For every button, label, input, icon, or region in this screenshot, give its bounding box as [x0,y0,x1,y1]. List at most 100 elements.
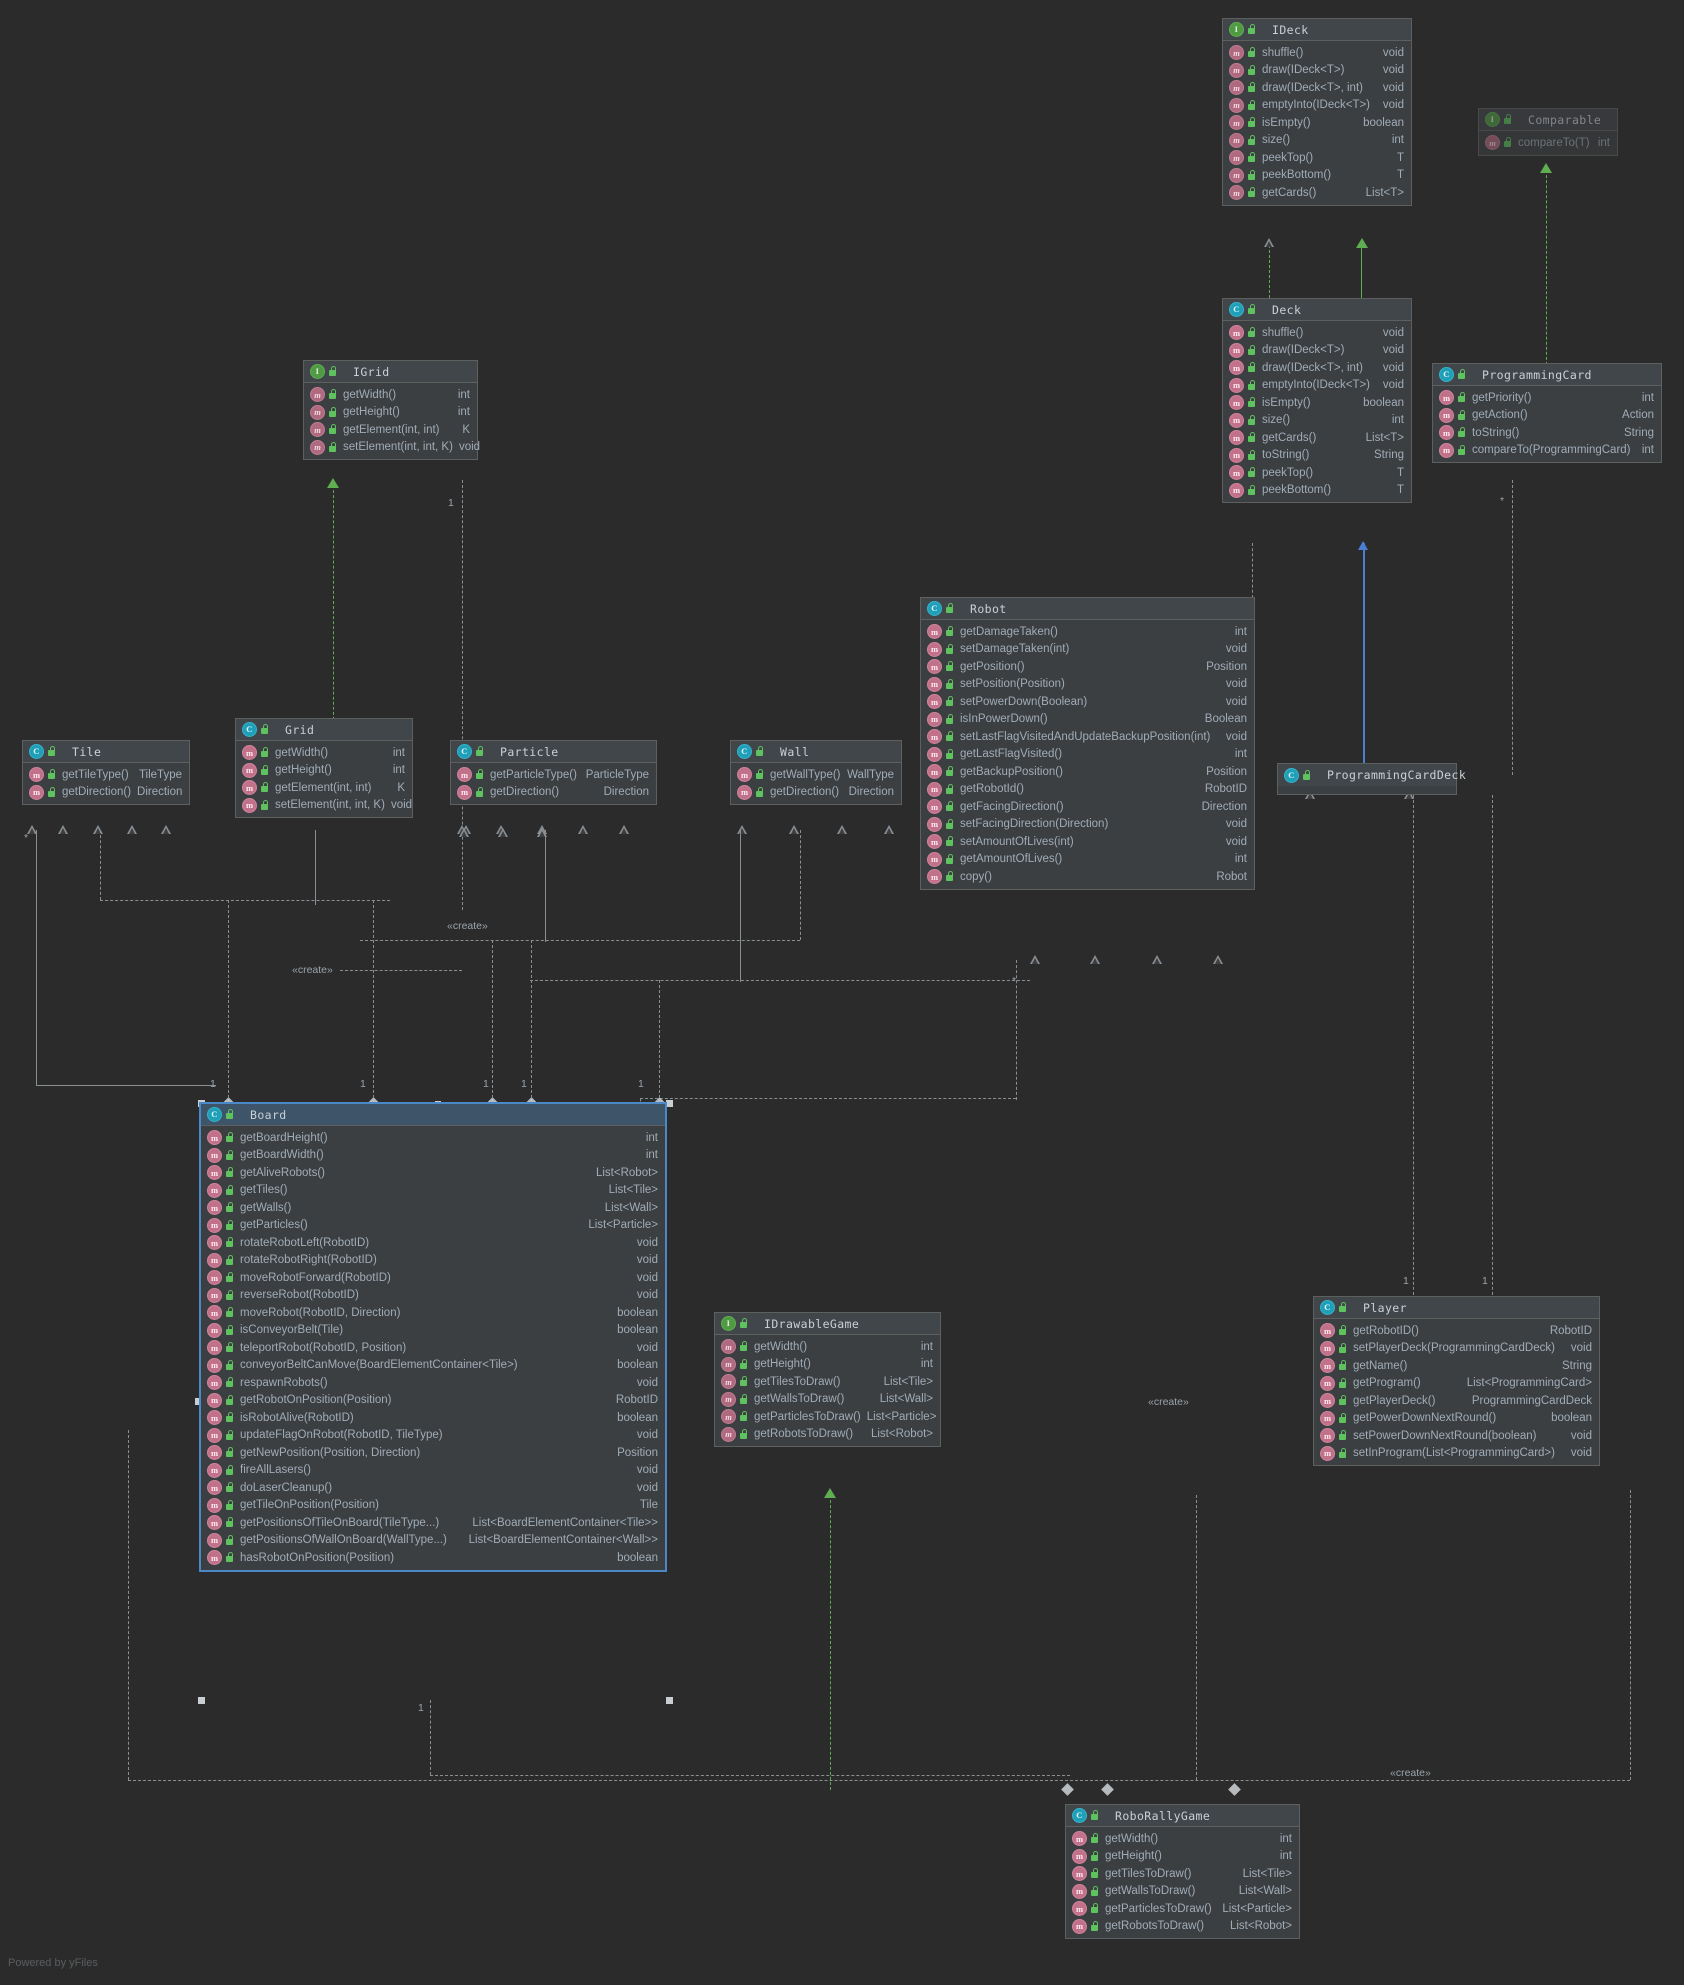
member-row[interactable]: m getPosition() Position [921,658,1254,676]
member-row[interactable]: m draw(IDeck<T>) void [1223,62,1411,80]
member-row[interactable]: m setPowerDown(Boolean) void [921,693,1254,711]
member-row[interactable]: m reverseRobot(RobotID) void [201,1287,665,1305]
member-row[interactable]: m getTilesToDraw() List<Tile> [1066,1865,1299,1883]
member-row[interactable]: m hasRobotOnPosition(Position) boolean [201,1549,665,1567]
member-row[interactable]: m getBoardHeight() int [201,1129,665,1147]
member-row[interactable]: m teleportRobot(RobotID, Position) void [201,1339,665,1357]
member-row[interactable]: m getRobotID() RobotID [1314,1322,1599,1340]
member-row[interactable]: m isEmpty() boolean [1223,114,1411,132]
member-row[interactable]: m getPowerDownNextRound() boolean [1314,1410,1599,1428]
member-row[interactable]: m isEmpty() boolean [1223,394,1411,412]
member-row[interactable]: m draw(IDeck<T>) void [1223,342,1411,360]
member-row[interactable]: m getTiles() List<Tile> [201,1182,665,1200]
member-row[interactable]: m respawnRobots() void [201,1374,665,1392]
member-row[interactable]: m getPositionsOfTileOnBoard(TileType...) L… [201,1514,665,1532]
member-row[interactable]: m getDirection() Direction [23,784,189,802]
member-row[interactable]: m toString() String [1433,424,1661,442]
member-row[interactable]: m getDirection() Direction [451,784,656,802]
member-row[interactable]: m setFacingDirection(Direction) void [921,816,1254,834]
member-row[interactable]: m getAction() Action [1433,407,1661,425]
member-row[interactable]: m getHeight() int [1066,1848,1299,1866]
class-box-idrawablegame[interactable]: I IDrawableGame m getWidth() int m getHeigh… [714,1312,941,1447]
selection-handle-tr[interactable] [666,1100,673,1107]
member-row[interactable]: m getHeight() int [304,404,477,422]
member-row[interactable]: m getWidth() int [1066,1830,1299,1848]
member-row[interactable]: m copy() Robot [921,868,1254,886]
member-row[interactable]: m getPriority() int [1433,389,1661,407]
class-box-board[interactable]: C Board m getBoardHeight() int m getBoardWi… [200,1103,666,1571]
member-row[interactable]: m setDamageTaken(int) void [921,641,1254,659]
member-row[interactable]: m fireAllLasers() void [201,1462,665,1480]
member-row[interactable]: m setElement(int, int, K) void [236,797,412,815]
member-row[interactable]: m getRobotsToDraw() List<Robot> [1066,1918,1299,1936]
member-row[interactable]: m getWallType() WallType [731,766,901,784]
member-row[interactable]: m getWidth() int [715,1338,940,1356]
member-row[interactable]: m peekTop() T [1223,149,1411,167]
member-row[interactable]: m getDamageTaken() int [921,623,1254,641]
member-row[interactable]: m rotateRobotRight(RobotID) void [201,1252,665,1270]
member-row[interactable]: m setElement(int, int, K) void [304,439,480,457]
member-row[interactable]: m getNewPosition(Position, Direction) Posi… [201,1444,665,1462]
member-row[interactable]: m getRobotId() RobotID [921,781,1254,799]
class-box-comparable[interactable]: I Comparable m compareTo(T) int [1478,108,1618,156]
member-row[interactable]: m getAliveRobots() List<Robot> [201,1164,665,1182]
member-row[interactable]: m draw(IDeck<T>, int) void [1223,359,1411,377]
member-row[interactable]: m rotateRobotLeft(RobotID) void [201,1234,665,1252]
member-row[interactable]: m setAmountOfLives(int) void [921,833,1254,851]
member-row[interactable]: m getElement(int, int) K [236,779,412,797]
member-row[interactable]: m setLastFlagVisitedAndUpdateBackupPositi… [921,728,1254,746]
class-box-player[interactable]: C Player m getRobotID() RobotID m setPlayer… [1313,1296,1600,1466]
class-box-programmingcard[interactable]: C ProgrammingCard m getPriority() int m get… [1432,363,1662,463]
member-row[interactable]: m isInPowerDown() Boolean [921,711,1254,729]
member-row[interactable]: m getParticlesToDraw() List<Particle> [1066,1900,1299,1918]
member-row[interactable]: m getFacingDirection() Direction [921,798,1254,816]
class-box-igrid[interactable]: I IGrid m getWidth() int m getHeight() int m… [303,360,480,460]
member-row[interactable]: m getParticleType() ParticleType [451,766,656,784]
class-box-particle[interactable]: C Particle m getParticleType() ParticleTyp… [450,740,657,805]
class-box-tile[interactable]: C Tile m getTileType() TileType m getDirect… [22,740,190,805]
member-row[interactable]: m setInProgram(List<ProgrammingCard>) void [1314,1445,1599,1463]
member-row[interactable]: m compareTo(T) int [1479,134,1617,152]
member-row[interactable]: m getCards() List<T> [1223,429,1411,447]
class-box-grid[interactable]: C Grid m getWidth() int m getHeight() int m g… [235,718,413,818]
class-box-programmingcarddeck[interactable]: C ProgrammingCardDeck [1277,763,1466,795]
member-row[interactable]: m getWallsToDraw() List<Wall> [1066,1883,1299,1901]
member-row[interactable]: m getPlayerDeck() ProgrammingCardDeck [1314,1392,1599,1410]
class-box-roborallygame[interactable]: C RoboRallyGame m getWidth() int m getHeigh… [1065,1804,1300,1939]
member-row[interactable]: m getName() String [1314,1357,1599,1375]
member-row[interactable]: m getBackupPosition() Position [921,763,1254,781]
class-box-wall[interactable]: C Wall m getWallType() WallType m getDirect… [730,740,902,805]
member-row[interactable]: m getBoardWidth() int [201,1147,665,1165]
member-row[interactable]: m peekTop() T [1223,464,1411,482]
member-row[interactable]: m getProgram() List<ProgrammingCard> [1314,1375,1599,1393]
member-row[interactable]: m getWidth() int [304,386,477,404]
member-row[interactable]: m doLaserCleanup() void [201,1479,665,1497]
member-row[interactable]: m getCards() List<T> [1223,184,1411,202]
member-row[interactable]: m getWidth() int [236,744,412,762]
member-row[interactable]: m getLastFlagVisited() int [921,746,1254,764]
member-row[interactable]: m isConveyorBelt(Tile) boolean [201,1322,665,1340]
member-row[interactable]: m isRobotAlive(RobotID) boolean [201,1409,665,1427]
member-row[interactable]: m getHeight() int [236,762,412,780]
member-row[interactable]: m getParticles() List<Particle> [201,1217,665,1235]
member-row[interactable]: m getRobotsToDraw() List<Robot> [715,1426,940,1444]
member-row[interactable]: m size() int [1223,132,1411,150]
member-row[interactable]: m updateFlagOnRobot(RobotID, TileType) voi… [201,1427,665,1445]
member-row[interactable]: m getRobotOnPosition(Position) RobotID [201,1392,665,1410]
member-row[interactable]: m getParticlesToDraw() List<Particle> [715,1408,940,1426]
class-box-ideck[interactable]: I IDeck m shuffle() void m draw(IDeck<T>) vo… [1222,18,1412,206]
class-box-robot[interactable]: C Robot m getDamageTaken() int m setDamageT… [920,597,1255,890]
member-row[interactable]: m emptyInto(IDeck<T>) void [1223,377,1411,395]
member-row[interactable]: m toString() String [1223,447,1411,465]
member-row[interactable]: m getPositionsOfWallOnBoard(WallType...) L… [201,1532,665,1550]
member-row[interactable]: m getDirection() Direction [731,784,901,802]
member-row[interactable]: m getWalls() List<Wall> [201,1199,665,1217]
member-row[interactable]: m emptyInto(IDeck<T>) void [1223,97,1411,115]
member-row[interactable]: m getHeight() int [715,1356,940,1374]
member-row[interactable]: m getTilesToDraw() List<Tile> [715,1373,940,1391]
selection-handle-br[interactable] [666,1697,673,1704]
member-row[interactable]: m compareTo(ProgrammingCard) int [1433,442,1661,460]
member-row[interactable]: m peekBottom() T [1223,167,1411,185]
class-box-deck[interactable]: C Deck m shuffle() void m draw(IDeck<T>) voi… [1222,298,1412,503]
member-row[interactable]: m setPosition(Position) void [921,676,1254,694]
